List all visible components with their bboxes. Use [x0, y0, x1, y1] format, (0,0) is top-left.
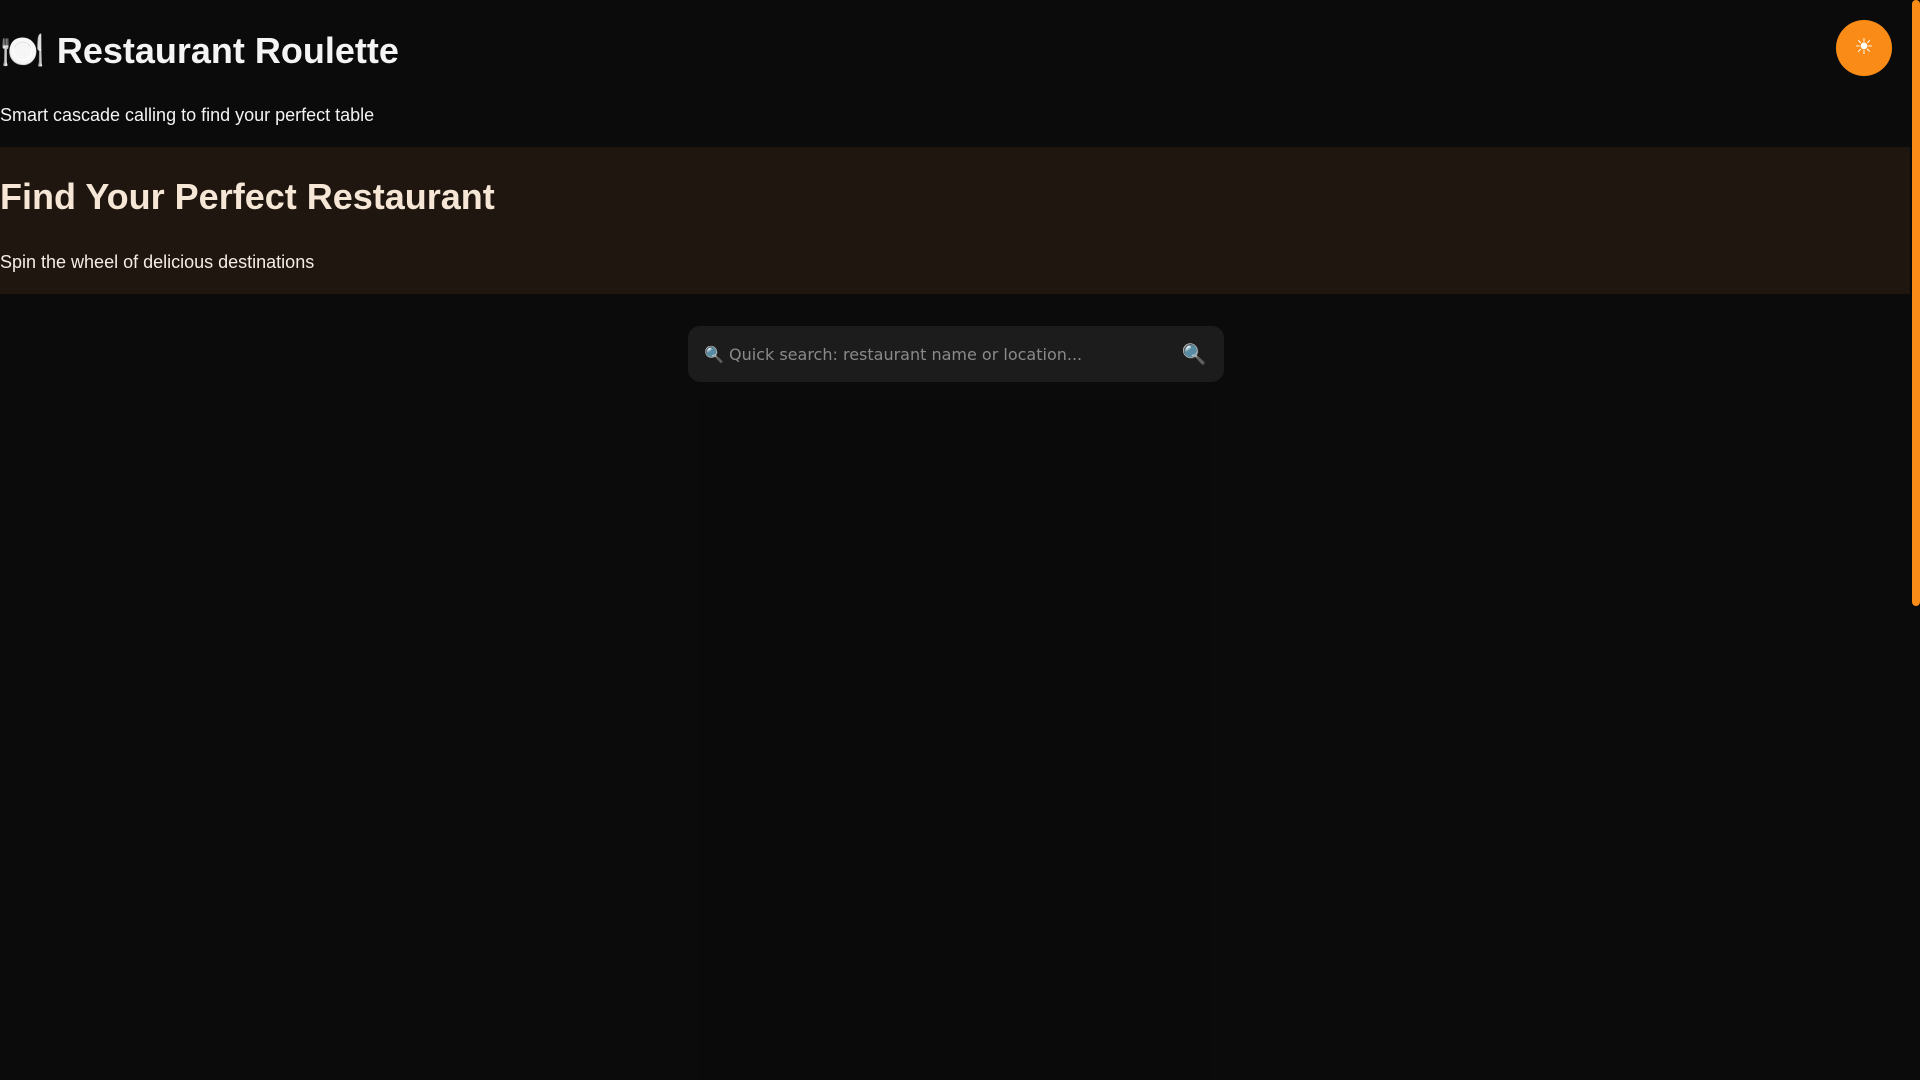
- app-title-text: Restaurant Roulette: [56, 30, 399, 71]
- search-button[interactable]: 🔍: [1178, 338, 1210, 370]
- scrollbar-thumb[interactable]: [1912, 0, 1920, 606]
- sun-icon: ☀: [1854, 35, 1874, 60]
- plate-cutlery-icon: 🍽️: [0, 31, 45, 72]
- app-subtitle: Smart cascade calling to find your perfe…: [0, 105, 375, 125]
- hero-subtitle: Spin the wheel of delicious destinations: [0, 252, 315, 272]
- results-area: [700, 400, 1210, 1080]
- app-title: 🍽️ Restaurant Roulette: [0, 27, 399, 76]
- app-header: 🍽️ Restaurant Roulette Smart cascade call…: [0, 0, 1910, 147]
- search-icon: 🔍: [1181, 342, 1207, 366]
- hero-title: Find Your Perfect Restaurant: [0, 176, 495, 217]
- search-bar: 🔍: [688, 326, 1224, 382]
- page: 🍽️ Restaurant Roulette Smart cascade call…: [0, 0, 1910, 1080]
- search-input[interactable]: [704, 326, 1144, 382]
- theme-toggle-button[interactable]: ☀: [1836, 20, 1892, 76]
